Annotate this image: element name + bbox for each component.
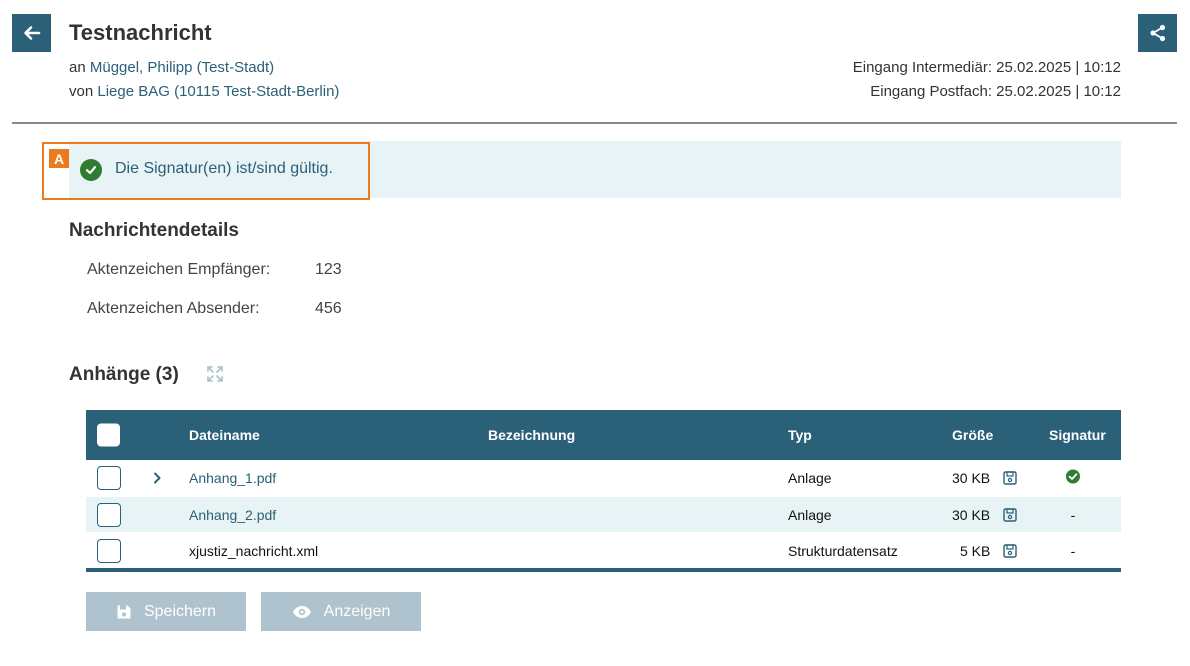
- recipient-link[interactable]: Müggel, Philipp (Test-Stadt): [90, 59, 274, 76]
- attachment-size: 30 KB: [952, 506, 991, 523]
- signature-valid-icon: [1066, 469, 1080, 487]
- attachments-table: Dateiname Bezeichnung Typ Größe Signatur…: [86, 410, 1121, 572]
- attachment-link[interactable]: Anhang_1.pdf: [189, 470, 276, 486]
- attachments-title: Anhänge (3): [69, 364, 179, 385]
- recipient-line: an Müggel, Philipp (Test-Stadt): [69, 59, 274, 76]
- column-header-signature[interactable]: Signatur: [1049, 427, 1106, 443]
- table-header: Dateiname Bezeichnung Typ Größe Signatur: [86, 410, 1121, 460]
- signature-status: -: [1070, 506, 1076, 523]
- detail-value-recipient-ref: 123: [315, 261, 342, 278]
- detail-label-recipient-ref: Aktenzeichen Empfänger:: [87, 261, 271, 278]
- view-button[interactable]: Anzeigen: [261, 592, 421, 631]
- header-divider: [12, 122, 1177, 124]
- detail-label-sender-ref: Aktenzeichen Absender:: [87, 300, 260, 317]
- sender-link[interactable]: Liege BAG (10115 Test-Stadt-Berlin): [97, 83, 339, 100]
- attachment-name: xjustiz_nachricht.xml: [189, 542, 319, 559]
- save-button[interactable]: Speichern: [86, 592, 246, 631]
- table-row: xjustiz_nachricht.xml Strukturdatensatz …: [86, 532, 1121, 568]
- table-row: Anhang_1.pdf Anlage 30 KB: [86, 460, 1121, 496]
- view-button-label: Anzeigen: [323, 602, 391, 620]
- row-checkbox[interactable]: [97, 502, 121, 527]
- column-header-name[interactable]: Dateiname: [189, 427, 260, 443]
- signature-status: -: [1070, 542, 1076, 559]
- back-button[interactable]: [12, 14, 51, 52]
- recipient-prefix: an: [69, 59, 86, 76]
- attachment-size: 30 KB: [952, 470, 991, 486]
- floppy-disk-icon[interactable]: [1003, 507, 1017, 522]
- table-bottom-border: [86, 568, 1121, 572]
- floppy-disk-icon[interactable]: [1003, 543, 1017, 558]
- column-header-size[interactable]: Größe: [952, 427, 993, 443]
- row-checkbox[interactable]: [97, 466, 121, 490]
- floppy-disk-icon[interactable]: [1003, 471, 1017, 485]
- signature-status-text: Die Signatur(en) ist/sind gültig.: [115, 160, 333, 177]
- detail-value-sender-ref: 456: [315, 300, 342, 317]
- received-intermediary: Eingang Intermediär: 25.02.2025 | 10:12: [852, 59, 1121, 76]
- sender-line: von Liege BAG (10115 Test-Stadt-Berlin): [69, 83, 339, 100]
- save-button-label: Speichern: [143, 602, 217, 620]
- attachment-type: Anlage: [788, 506, 832, 523]
- select-all-checkbox[interactable]: [97, 423, 120, 447]
- arrow-left-icon: [23, 26, 40, 40]
- attachment-size: 5 KB: [960, 542, 991, 559]
- sender-prefix: von: [69, 83, 94, 100]
- details-title: Nachrichtendetails: [69, 220, 239, 241]
- table-row: Anhang_2.pdf Anlage 30 KB -: [86, 496, 1121, 532]
- received-mailbox: Eingang Postfach: 25.02.2025 | 10:12: [870, 83, 1121, 100]
- annotation-marker: A: [49, 149, 69, 168]
- attachment-type: Anlage: [788, 470, 832, 486]
- row-checkbox[interactable]: [97, 538, 121, 563]
- floppy-disk-icon: [117, 605, 131, 618]
- eye-icon: [292, 605, 311, 618]
- check-circle-icon: [80, 159, 102, 181]
- page-title: Testnachricht: [69, 20, 212, 45]
- expand-icon[interactable]: [206, 365, 224, 383]
- share-button[interactable]: [1138, 14, 1177, 52]
- chevron-right-icon[interactable]: [150, 471, 164, 485]
- attachment-link[interactable]: Anhang_2.pdf: [189, 507, 276, 523]
- column-header-description[interactable]: Bezeichnung: [488, 427, 575, 443]
- share-icon: [1149, 24, 1165, 42]
- column-header-type[interactable]: Typ: [788, 427, 812, 443]
- attachment-type: Strukturdatensatz: [788, 542, 898, 559]
